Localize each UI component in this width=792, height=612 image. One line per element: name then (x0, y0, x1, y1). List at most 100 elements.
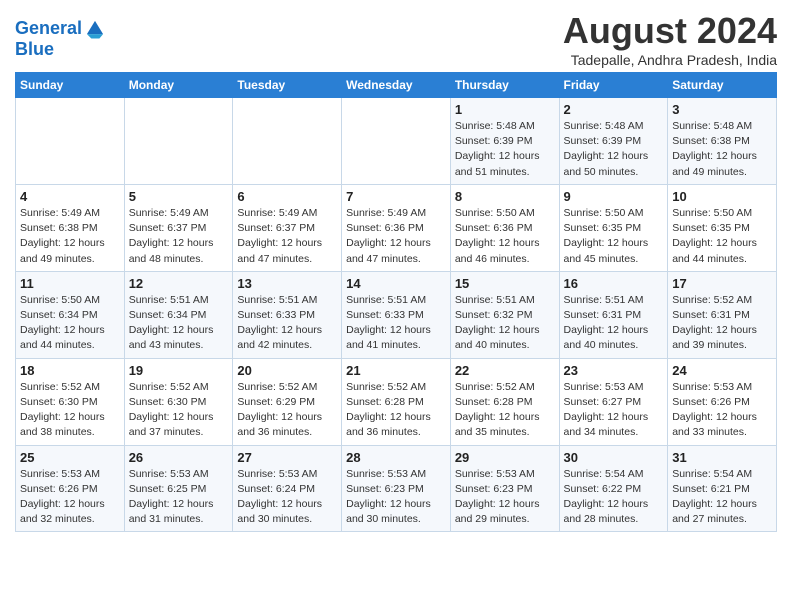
day-cell: 13 Sunrise: 5:51 AM Sunset: 6:33 PM Dayli… (233, 271, 342, 358)
day-cell: 11 Sunrise: 5:50 AM Sunset: 6:34 PM Dayli… (16, 271, 125, 358)
day-info: Sunrise: 5:52 AM Sunset: 6:28 PM Dayligh… (346, 380, 446, 441)
day-number: 23 (564, 363, 664, 378)
day-cell: 19 Sunrise: 5:52 AM Sunset: 6:30 PM Dayli… (124, 358, 233, 445)
day-cell: 25 Sunrise: 5:53 AM Sunset: 6:26 PM Dayli… (16, 445, 125, 532)
day-info: Sunrise: 5:53 AM Sunset: 6:25 PM Dayligh… (129, 467, 229, 528)
day-cell: 6Sunrise: 5:49 AM Sunset: 6:37 PM Daylig… (233, 184, 342, 271)
day-cell: 15 Sunrise: 5:51 AM Sunset: 6:32 PM Dayli… (450, 271, 559, 358)
day-number: 16 (564, 276, 664, 291)
week-row-4: 18 Sunrise: 5:52 AM Sunset: 6:30 PM Dayli… (16, 358, 777, 445)
day-cell: 17 Sunrise: 5:52 AM Sunset: 6:31 PM Dayli… (668, 271, 777, 358)
day-number: 31 (672, 450, 772, 465)
day-number: 21 (346, 363, 446, 378)
day-cell: 27Sunrise: 5:53 AM Sunset: 6:24 PM Dayli… (233, 445, 342, 532)
day-info: Sunrise: 5:53 AM Sunset: 6:23 PM Dayligh… (455, 467, 555, 528)
day-info: Sunrise: 5:53 AM Sunset: 6:27 PM Dayligh… (564, 380, 664, 441)
header: General Blue August 2024 Tadepalle, Andh… (15, 10, 777, 68)
calendar-subtitle: Tadepalle, Andhra Pradesh, India (563, 52, 777, 68)
col-header-monday: Monday (124, 73, 233, 98)
week-row-2: 4Sunrise: 5:49 AM Sunset: 6:38 PM Daylig… (16, 184, 777, 271)
col-header-wednesday: Wednesday (342, 73, 451, 98)
day-cell: 2 Sunrise: 5:48 AM Sunset: 6:39 PM Daylig… (559, 98, 668, 185)
week-row-5: 25 Sunrise: 5:53 AM Sunset: 6:26 PM Dayli… (16, 445, 777, 532)
day-number: 10 (672, 189, 772, 204)
day-number: 13 (237, 276, 337, 291)
day-number: 2 (564, 102, 664, 117)
day-number: 4 (20, 189, 120, 204)
day-info: Sunrise: 5:51 AM Sunset: 6:33 PM Dayligh… (237, 293, 337, 354)
day-cell: 9 Sunrise: 5:50 AM Sunset: 6:35 PM Daylig… (559, 184, 668, 271)
day-info: Sunrise: 5:53 AM Sunset: 6:26 PM Dayligh… (20, 467, 120, 528)
day-cell: 5 Sunrise: 5:49 AM Sunset: 6:37 PM Daylig… (124, 184, 233, 271)
day-number: 5 (129, 189, 229, 204)
header-row: SundayMondayTuesdayWednesdayThursdayFrid… (16, 73, 777, 98)
col-header-thursday: Thursday (450, 73, 559, 98)
col-header-friday: Friday (559, 73, 668, 98)
day-cell: 7Sunrise: 5:49 AM Sunset: 6:36 PM Daylig… (342, 184, 451, 271)
day-number: 18 (20, 363, 120, 378)
day-info: Sunrise: 5:52 AM Sunset: 6:31 PM Dayligh… (672, 293, 772, 354)
day-info: Sunrise: 5:53 AM Sunset: 6:26 PM Dayligh… (672, 380, 772, 441)
day-cell: 4Sunrise: 5:49 AM Sunset: 6:38 PM Daylig… (16, 184, 125, 271)
day-number: 12 (129, 276, 229, 291)
day-cell: 26Sunrise: 5:53 AM Sunset: 6:25 PM Dayli… (124, 445, 233, 532)
day-number: 8 (455, 189, 555, 204)
day-cell (124, 98, 233, 185)
day-info: Sunrise: 5:49 AM Sunset: 6:37 PM Dayligh… (129, 206, 229, 267)
day-cell: 1Sunrise: 5:48 AM Sunset: 6:39 PM Daylig… (450, 98, 559, 185)
col-header-saturday: Saturday (668, 73, 777, 98)
calendar-table: SundayMondayTuesdayWednesdayThursdayFrid… (15, 72, 777, 532)
day-cell: 29Sunrise: 5:53 AM Sunset: 6:23 PM Dayli… (450, 445, 559, 532)
day-cell: 20 Sunrise: 5:52 AM Sunset: 6:29 PM Dayli… (233, 358, 342, 445)
day-cell: 21 Sunrise: 5:52 AM Sunset: 6:28 PM Dayli… (342, 358, 451, 445)
day-cell (16, 98, 125, 185)
day-number: 20 (237, 363, 337, 378)
day-number: 15 (455, 276, 555, 291)
title-area: August 2024 Tadepalle, Andhra Pradesh, I… (563, 10, 777, 68)
day-info: Sunrise: 5:53 AM Sunset: 6:23 PM Dayligh… (346, 467, 446, 528)
day-info: Sunrise: 5:54 AM Sunset: 6:22 PM Dayligh… (564, 467, 664, 528)
day-number: 6 (237, 189, 337, 204)
day-number: 14 (346, 276, 446, 291)
logo-icon (84, 18, 106, 40)
day-info: Sunrise: 5:51 AM Sunset: 6:33 PM Dayligh… (346, 293, 446, 354)
day-cell: 16 Sunrise: 5:51 AM Sunset: 6:31 PM Dayli… (559, 271, 668, 358)
day-info: Sunrise: 5:51 AM Sunset: 6:34 PM Dayligh… (129, 293, 229, 354)
day-info: Sunrise: 5:50 AM Sunset: 6:35 PM Dayligh… (564, 206, 664, 267)
week-row-1: 1 Sunrise: 5:48 AM Sunset: 6:39 PM Daylig… (16, 98, 777, 185)
day-cell: 24 Sunrise: 5:53 AM Sunset: 6:26 PM Dayli… (668, 358, 777, 445)
day-number: 17 (672, 276, 772, 291)
day-cell (233, 98, 342, 185)
day-number: 24 (672, 363, 772, 378)
day-info: Sunrise: 5:52 AM Sunset: 6:30 PM Dayligh… (129, 380, 229, 441)
week-row-3: 11 Sunrise: 5:50 AM Sunset: 6:34 PM Dayli… (16, 271, 777, 358)
day-cell: 22Sunrise: 5:52 AM Sunset: 6:28 PM Dayli… (450, 358, 559, 445)
day-info: Sunrise: 5:51 AM Sunset: 6:32 PM Dayligh… (455, 293, 555, 354)
day-number: 19 (129, 363, 229, 378)
col-header-sunday: Sunday (16, 73, 125, 98)
day-cell: 23 Sunrise: 5:53 AM Sunset: 6:27 PM Dayli… (559, 358, 668, 445)
day-cell (342, 98, 451, 185)
day-number: 1 (455, 102, 555, 117)
logo-text: General (15, 19, 82, 39)
day-number: 11 (20, 276, 120, 291)
day-cell: 3 Sunrise: 5:48 AM Sunset: 6:38 PM Daylig… (668, 98, 777, 185)
day-cell: 30 Sunrise: 5:54 AM Sunset: 6:22 PM Dayli… (559, 445, 668, 532)
day-info: Sunrise: 5:54 AM Sunset: 6:21 PM Dayligh… (672, 467, 772, 528)
day-cell: 14 Sunrise: 5:51 AM Sunset: 6:33 PM Dayli… (342, 271, 451, 358)
day-number: 3 (672, 102, 772, 117)
day-number: 25 (20, 450, 120, 465)
logo: General Blue (15, 18, 106, 60)
col-header-tuesday: Tuesday (233, 73, 342, 98)
day-cell: 31 Sunrise: 5:54 AM Sunset: 6:21 PM Dayli… (668, 445, 777, 532)
day-number: 28 (346, 450, 446, 465)
day-info: Sunrise: 5:48 AM Sunset: 6:38 PM Dayligh… (672, 119, 772, 180)
day-info: Sunrise: 5:52 AM Sunset: 6:29 PM Dayligh… (237, 380, 337, 441)
day-cell: 12 Sunrise: 5:51 AM Sunset: 6:34 PM Dayli… (124, 271, 233, 358)
day-info: Sunrise: 5:50 AM Sunset: 6:34 PM Dayligh… (20, 293, 120, 354)
day-number: 30 (564, 450, 664, 465)
day-info: Sunrise: 5:48 AM Sunset: 6:39 PM Dayligh… (564, 119, 664, 180)
day-number: 9 (564, 189, 664, 204)
day-number: 22 (455, 363, 555, 378)
day-info: Sunrise: 5:51 AM Sunset: 6:31 PM Dayligh… (564, 293, 664, 354)
